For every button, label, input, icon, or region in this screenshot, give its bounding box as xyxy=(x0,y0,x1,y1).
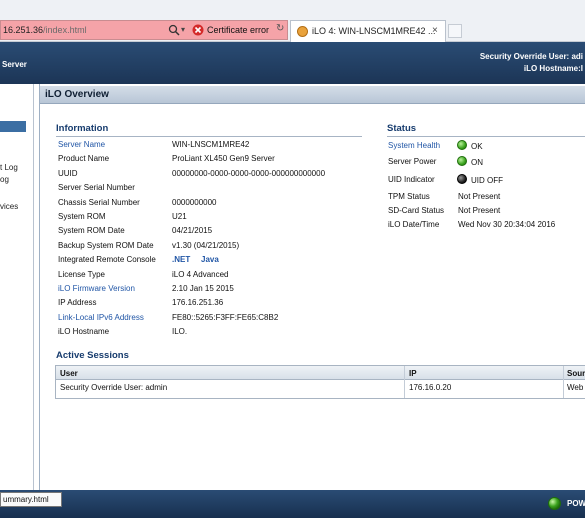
power-label: POW xyxy=(567,499,585,508)
info-label: iLO Hostname xyxy=(58,327,110,337)
info-label: License Type xyxy=(58,269,105,279)
tab-title: iLO 4: WIN-LNSCM1MRE42 ... xyxy=(312,26,436,36)
status-url-text: ummary.html xyxy=(3,495,49,504)
info-label: Product Name xyxy=(58,154,110,164)
column-header-source[interactable]: Sour xyxy=(567,369,585,378)
info-value: 00000000-0000-0000-0000-000000000000 xyxy=(172,168,326,178)
status-label: TPM Status xyxy=(388,192,430,201)
overview-panel: iLO Overview Information Status Active S… xyxy=(39,84,585,490)
header-hostname: iLO Hostname:I xyxy=(523,64,583,73)
column-header-ip[interactable]: IP xyxy=(409,369,417,378)
ie-page-icon xyxy=(297,26,308,37)
dropdown-icon[interactable]: ▾ xyxy=(181,25,185,34)
status-bar-url: ummary.html xyxy=(0,492,62,507)
sidebar-item-event-log[interactable]: t Log xyxy=(0,163,18,172)
info-label[interactable]: iLO Firmware Version xyxy=(58,284,135,293)
info-label: Integrated Remote Console xyxy=(58,255,156,265)
info-value: 176.16.251.36 xyxy=(172,298,224,308)
status-label: SD-Card Status xyxy=(388,206,445,215)
info-value: v1.30 (04/21/2015) xyxy=(172,240,240,250)
status-value: Wed Nov 30 20:34:04 2016 xyxy=(458,220,556,229)
search-icon[interactable] xyxy=(167,23,181,37)
info-label: System ROM xyxy=(58,212,106,221)
session-user: Security Override User: admin xyxy=(60,383,168,392)
header-server-label: Server xyxy=(2,60,27,69)
close-tab-icon[interactable]: × xyxy=(432,25,438,36)
status-footer xyxy=(0,490,585,518)
status-ok-icon xyxy=(457,156,467,166)
status-label[interactable]: System Health xyxy=(388,141,440,150)
info-label: Server Serial Number xyxy=(58,183,135,193)
session-source: Web xyxy=(567,383,584,392)
page-title: iLO Overview xyxy=(45,89,109,100)
sidebar-selected-item[interactable] xyxy=(0,121,26,132)
status-label: UID Indicator xyxy=(388,175,435,184)
status-value: ON xyxy=(471,158,483,167)
sessions-header-row: User IP Sour xyxy=(56,366,585,380)
status-label: Server Power xyxy=(388,157,437,166)
browser-toolbar: 16.251.36/index.html ▾ Certificate error… xyxy=(0,0,585,42)
status-value: UID OFF xyxy=(471,176,503,185)
info-label: Backup System ROM Date xyxy=(58,240,154,250)
remote-console-dotnet-link[interactable]: .NET xyxy=(172,255,190,264)
browser-tab[interactable]: iLO 4: WIN-LNSCM1MRE42 ... × xyxy=(290,20,446,42)
status-divider xyxy=(387,136,585,137)
info-value: FE80::5265:F3FF:FE65:C8B2 xyxy=(172,312,279,322)
info-label[interactable]: Server Name xyxy=(58,140,105,149)
session-ip: 176.16.0.20 xyxy=(409,383,452,392)
sidebar-item-services[interactable]: vices xyxy=(0,202,18,211)
column-header-user[interactable]: User xyxy=(60,369,78,378)
info-label: Chassis Serial Number xyxy=(58,197,140,207)
power-status-icon[interactable] xyxy=(548,497,561,510)
remote-console-java-link[interactable]: Java xyxy=(201,255,219,264)
info-label[interactable]: Link-Local IPv6 Address xyxy=(58,313,144,322)
uid-off-icon[interactable] xyxy=(457,174,467,184)
status-value: Not Present xyxy=(458,192,501,201)
status-value: Not Present xyxy=(458,206,501,215)
sidebar: t Log og vices xyxy=(0,84,34,490)
new-tab-button[interactable] xyxy=(448,24,462,38)
active-sessions-table: User IP Sour Security Override User: adm… xyxy=(55,365,585,399)
address-bar[interactable]: 16.251.36/index.html ▾ Certificate error… xyxy=(0,20,288,40)
info-value: WIN-LNSCM1MRE42 xyxy=(172,140,250,149)
header-user: Security Override User: adi xyxy=(479,52,583,61)
info-value: ProLiant XL450 Gen9 Server xyxy=(172,154,275,164)
certificate-error-icon[interactable] xyxy=(192,24,204,36)
info-value: 0000000000 xyxy=(172,197,217,207)
certificate-error-label[interactable]: Certificate error xyxy=(207,25,269,35)
info-value: U21 xyxy=(172,212,187,221)
status-heading: Status xyxy=(387,123,417,134)
info-label: System ROM Date xyxy=(58,226,125,236)
info-label: UUID xyxy=(58,168,78,178)
panel-title-bar: iLO Overview xyxy=(40,86,585,104)
address-url[interactable]: 16.251.36/index.html xyxy=(3,25,87,35)
info-label: IP Address xyxy=(58,298,97,308)
information-heading: Information xyxy=(56,123,109,134)
info-value: ILO. xyxy=(172,327,188,337)
ilo-header: Server Security Override User: adi iLO H… xyxy=(0,42,585,84)
status-label: iLO Date/Time xyxy=(388,220,440,229)
url-host: 16.251.36 xyxy=(3,25,44,35)
url-path: /index.html xyxy=(43,25,87,35)
info-value: iLO 4 Advanced xyxy=(172,269,229,279)
status-value: OK xyxy=(471,142,483,151)
table-row: Security Override User: admin 176.16.0.2… xyxy=(56,381,585,399)
sidebar-item-log[interactable]: og xyxy=(0,175,9,184)
active-sessions-heading: Active Sessions xyxy=(56,350,129,361)
status-ok-icon xyxy=(457,140,467,150)
reload-icon[interactable]: ↻ xyxy=(276,23,284,34)
info-value: 04/21/2015 xyxy=(172,226,213,236)
info-value: 2.10 Jan 15 2015 xyxy=(172,284,234,293)
information-divider xyxy=(56,136,362,137)
